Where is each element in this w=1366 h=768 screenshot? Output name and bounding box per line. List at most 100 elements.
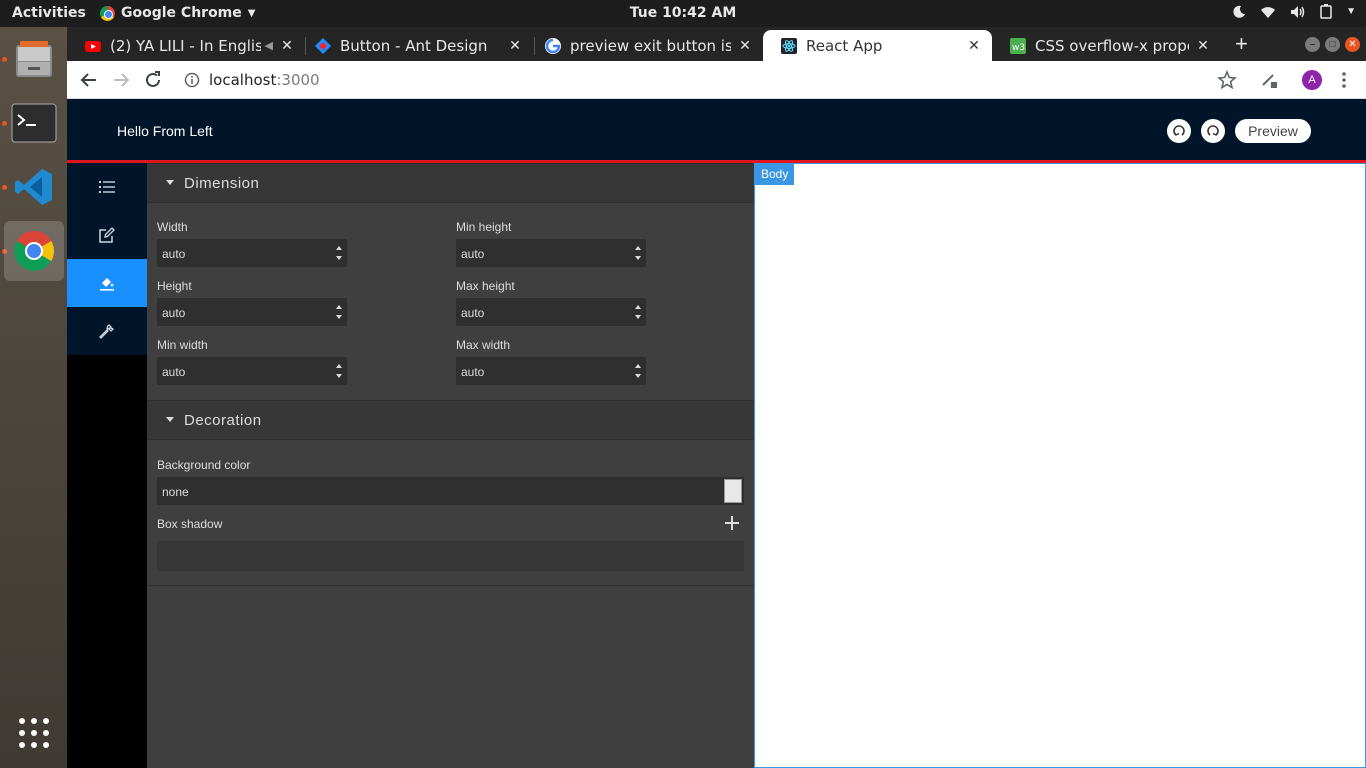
undo-button[interactable] [1167, 119, 1191, 143]
close-icon[interactable]: ✕ [737, 38, 753, 54]
close-icon[interactable]: ✕ [966, 38, 982, 54]
navigation-bar: localhost:3000 A [67, 61, 1366, 99]
rail-item-edit[interactable] [67, 211, 147, 259]
max-width-input[interactable]: auto [456, 357, 646, 385]
w3schools-icon: w3 [1010, 37, 1026, 54]
terminal-icon [11, 103, 57, 143]
tab-google-search[interactable]: preview exit button is n ✕ [527, 30, 763, 61]
close-icon[interactable]: ✕ [279, 38, 295, 54]
wifi-icon [1261, 6, 1276, 18]
app-grid-icon [19, 718, 49, 748]
tool-rail [67, 163, 147, 768]
section-divider [147, 585, 754, 586]
file-cabinet-icon [16, 41, 52, 77]
decoration-section-header[interactable]: Decoration [147, 400, 754, 440]
address-bar[interactable]: localhost:3000 [209, 71, 320, 89]
redo-button[interactable] [1201, 119, 1225, 143]
plus-icon[interactable] [725, 516, 739, 530]
undo-icon [1173, 125, 1185, 136]
spinner-icon[interactable] [635, 364, 642, 378]
width-input[interactable]: auto [157, 239, 347, 267]
close-icon[interactable]: ✕ [507, 38, 523, 54]
spinner-icon[interactable] [336, 246, 343, 260]
tab-youtube[interactable]: (2) YA LILI - In English ◀︎ ✕ [67, 30, 305, 61]
app-header: Hello From Left Preview [67, 99, 1366, 160]
width-label: Width [157, 220, 188, 234]
dock-files[interactable] [4, 29, 64, 89]
app-menu-label: Google Chrome [121, 5, 242, 21]
input-value: auto [461, 306, 485, 320]
tab-title: (2) YA LILI - In English [110, 36, 261, 55]
chrome-icon [100, 5, 115, 21]
tab-title: preview exit button is n [570, 36, 731, 55]
new-tab-button[interactable]: + [1235, 31, 1248, 57]
list-icon [99, 181, 115, 193]
dock [0, 27, 67, 768]
header-title: Hello From Left [117, 123, 213, 139]
color-swatch[interactable] [724, 479, 742, 503]
profile-avatar[interactable]: A [1302, 70, 1322, 90]
spinner-icon[interactable] [336, 305, 343, 319]
reload-icon[interactable] [142, 69, 164, 91]
spinner-icon[interactable] [336, 364, 343, 378]
url-host: localhost [209, 71, 277, 89]
spinner-icon[interactable] [635, 305, 642, 319]
edit-icon [99, 227, 115, 243]
rail-item-settings[interactable] [67, 307, 147, 355]
min-height-input[interactable]: auto [456, 239, 646, 267]
react-icon [781, 37, 797, 54]
minimize-button[interactable]: – [1305, 37, 1320, 52]
maximize-button[interactable]: □ [1325, 37, 1340, 52]
kebab-menu-icon[interactable] [1333, 69, 1355, 91]
tab-title: CSS overflow-x property [1035, 36, 1189, 55]
design-canvas[interactable]: Body [754, 163, 1366, 768]
dock-vscode[interactable] [4, 157, 64, 217]
tab-strip: (2) YA LILI - In English ◀︎ ✕ Button - A… [67, 27, 1366, 61]
body-element-tag[interactable]: Body [755, 164, 795, 185]
show-applications-button[interactable] [4, 703, 64, 763]
rail-item-style[interactable] [67, 259, 147, 307]
svg-text:w3: w3 [1012, 43, 1025, 53]
chrome-icon [14, 231, 54, 271]
activities-button[interactable]: Activities [12, 5, 86, 21]
back-icon[interactable] [78, 69, 100, 91]
min-width-input[interactable]: auto [157, 357, 347, 385]
tab-w3schools[interactable]: w3 CSS overflow-x property ✕ [992, 30, 1221, 61]
extension-icon[interactable] [1258, 69, 1280, 91]
section-title: Dimension [184, 175, 260, 192]
app-menu[interactable]: Google Chrome ▼ [100, 5, 255, 21]
battery-icon [1320, 4, 1332, 19]
input-value: auto [162, 306, 186, 320]
input-value: auto [162, 365, 186, 379]
site-info-icon[interactable] [184, 72, 200, 88]
max-height-label: Max height [456, 279, 515, 293]
height-input[interactable]: auto [157, 298, 347, 326]
rail-item-layers[interactable] [67, 163, 147, 211]
input-value: none [162, 485, 189, 499]
preview-button[interactable]: Preview [1235, 119, 1311, 143]
box-shadow-list [157, 541, 744, 571]
spinner-icon[interactable] [635, 246, 642, 260]
tab-react-app[interactable]: React App ✕ [763, 30, 992, 61]
box-shadow-label: Box shadow [157, 517, 223, 531]
system-tray[interactable]: ▼ [1232, 4, 1356, 19]
chevron-down-icon: ▼ [1346, 6, 1356, 17]
redo-icon [1207, 125, 1219, 136]
vscode-icon [15, 169, 52, 205]
height-label: Height [157, 279, 192, 293]
url-port: :3000 [276, 71, 320, 89]
youtube-icon [85, 40, 101, 52]
dock-terminal[interactable] [4, 93, 64, 153]
background-color-input[interactable]: none [157, 477, 744, 505]
ant-design-icon [315, 37, 331, 54]
tab-ant-design[interactable]: Button - Ant Design ✕ [297, 30, 533, 61]
dock-chrome[interactable] [4, 221, 64, 281]
max-height-input[interactable]: auto [456, 298, 646, 326]
forward-icon[interactable] [110, 69, 132, 91]
bookmark-star-icon[interactable] [1216, 69, 1238, 91]
close-icon[interactable]: ✕ [1195, 38, 1211, 54]
dimension-section-header[interactable]: Dimension [147, 163, 754, 203]
input-value: auto [461, 365, 485, 379]
close-window-button[interactable]: ✕ [1345, 37, 1360, 52]
style-panel: Dimension Width auto Min height auto Hei… [147, 163, 754, 768]
